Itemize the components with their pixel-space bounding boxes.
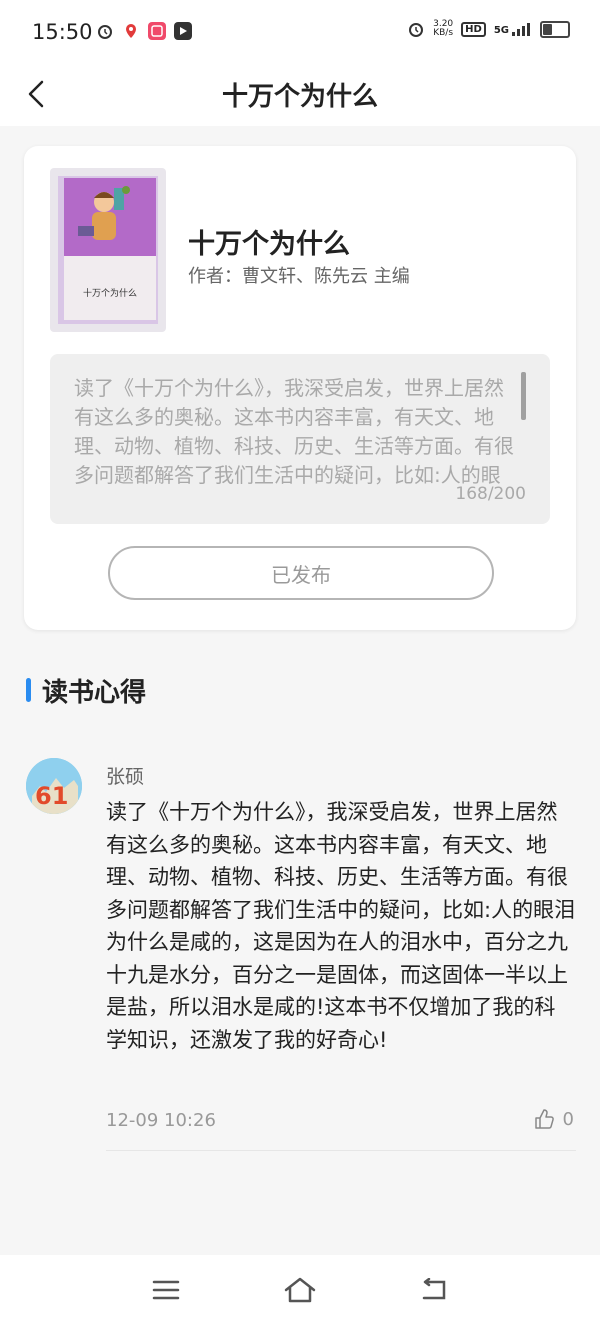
signal-label: 5G xyxy=(493,25,509,36)
published-button[interactable]: 已发布 xyxy=(108,546,494,600)
section-title: 读书心得 xyxy=(42,678,147,708)
page-title: 十万个为什么 xyxy=(221,82,378,112)
book-cover: 十万个为什么 xyxy=(50,168,166,332)
section-accent-bar xyxy=(26,678,31,702)
app-header: 十万个为什么 xyxy=(0,64,600,126)
home-icon xyxy=(284,1277,316,1303)
review-input[interactable]: 读了《十万个为什么》，我深受启发，世界上居然有这么多的奥秘。这本书内容丰富，有天… xyxy=(50,354,550,524)
like-count: 0 xyxy=(562,1108,574,1130)
cover-illustration-icon xyxy=(78,186,130,240)
notification-icons xyxy=(96,22,192,40)
status-time: 15:50 xyxy=(32,20,93,44)
alarm-icon xyxy=(407,20,425,38)
back-nav-button[interactable] xyxy=(414,1273,454,1307)
home-button[interactable] xyxy=(280,1273,320,1307)
comment-text: 读了《十万个为什么》，我深受启发，世界上居然有这么多的奥秘。这本书内容丰富，有天… xyxy=(106,800,576,1052)
thumbs-up-icon xyxy=(534,1109,554,1129)
character-counter: 168/200 xyxy=(455,484,526,504)
menu-icon xyxy=(152,1280,180,1300)
svg-text:61: 61 xyxy=(35,782,68,810)
book-card: 十万个为什么 十万个为什么 作者：曹文轩、陈先云 主编 读了《十万个为什么》，我… xyxy=(24,146,576,630)
status-bar: 15:50 3.20 KB/s HD 5G xyxy=(0,0,600,64)
comment-timestamp: 12-09 10:26 xyxy=(106,1110,216,1131)
book-title: 十万个为什么 xyxy=(188,229,350,260)
map-pin-icon xyxy=(122,22,140,40)
video-app-icon xyxy=(174,22,192,40)
review-scrollbar[interactable] xyxy=(521,372,526,420)
review-input-text[interactable]: 读了《十万个为什么》，我深受启发，世界上居然有这么多的奥秘。这本书内容丰富，有天… xyxy=(74,374,520,492)
alarm-icon xyxy=(96,22,114,40)
cover-title: 十万个为什么 xyxy=(82,289,137,299)
battery-icon xyxy=(540,20,570,38)
menu-button[interactable] xyxy=(146,1273,186,1307)
commenter-name: 张硕 xyxy=(106,766,145,788)
battery-level xyxy=(543,23,552,35)
comment-divider xyxy=(106,1150,576,1151)
app-notification-icon xyxy=(148,22,166,40)
book-author: 作者：曹文轩、陈先云 主编 xyxy=(188,266,410,287)
like-button[interactable]: 0 xyxy=(533,1108,574,1130)
hd-badge: HD xyxy=(461,21,486,37)
signal-indicator: 5G xyxy=(494,22,532,36)
back-icon xyxy=(422,1278,446,1300)
status-indicators: 3.20 KB/s HD 5G xyxy=(407,20,570,38)
system-nav-bar xyxy=(0,1255,600,1326)
network-speed-unit: KB/s xyxy=(433,28,454,38)
network-speed: 3.20 KB/s xyxy=(433,20,453,38)
avatar[interactable]: 61 xyxy=(26,758,82,814)
avatar-image: 61 xyxy=(26,758,82,814)
signal-bars-icon xyxy=(512,23,530,36)
